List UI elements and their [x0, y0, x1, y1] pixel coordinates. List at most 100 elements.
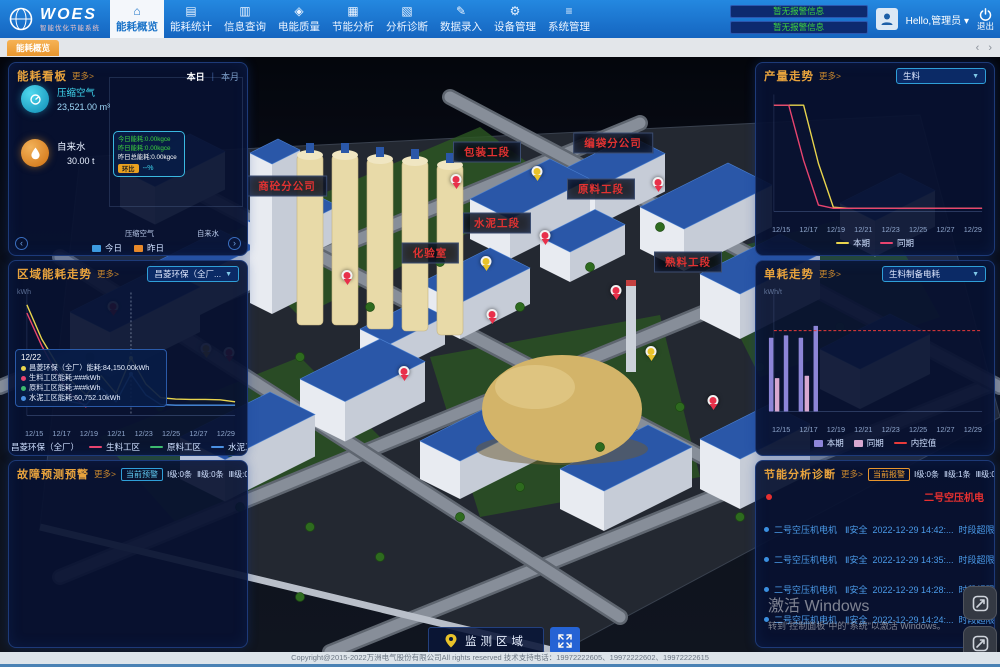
legend-item[interactable]: 今日 [92, 242, 122, 254]
carousel-left-arrow[interactable]: ‹ [15, 237, 28, 250]
legend-label: 本期 [827, 437, 844, 449]
legend-item[interactable]: 昨日 [134, 242, 164, 254]
legend-item[interactable]: 同期 [854, 437, 884, 449]
logout-button[interactable]: 退出 [977, 8, 994, 31]
legend-item[interactable]: 生料工区 [89, 441, 140, 453]
dropdown-value: 生料制备电耗 [889, 268, 940, 280]
snip-icon [972, 635, 989, 652]
axis-tick-label: 压缩空气 [125, 229, 154, 239]
nav-item[interactable]: ▦ 节能分析 [326, 0, 380, 38]
nav-item[interactable]: ✎ 数据录入 [434, 0, 488, 38]
alarm-list-item[interactable]: 二号空压机电机 Ⅱ安全 2022-12-29 14:35:... 时段超限-关.… [756, 553, 994, 566]
logo: WOES 智能优化节能系统 [0, 0, 110, 38]
more-link[interactable]: 更多> [819, 70, 841, 82]
more-link[interactable]: 更多> [841, 468, 863, 480]
map-area-label[interactable]: 编袋分公司 [573, 133, 653, 154]
legend-item[interactable]: 本期 [836, 237, 870, 249]
unit-legend: 本期同期内控值 [756, 437, 994, 449]
dropdown-value: 昌菱环保（全厂... [154, 268, 221, 280]
more-link[interactable]: 更多> [94, 468, 116, 480]
monitor-area-button[interactable]: 监测区域 [428, 627, 544, 654]
alert-banner-2: 暂无报警信息 [730, 21, 868, 34]
tab-scroll-right-icon[interactable]: › [988, 42, 992, 54]
map-pin[interactable] [653, 177, 664, 188]
nav-item[interactable]: ≡ 系统管理 [542, 0, 596, 38]
map-pin[interactable] [451, 174, 462, 185]
nav-item[interactable]: ⚙ 设备管理 [488, 0, 542, 38]
tab-scroll-left-icon[interactable]: ‹ [976, 42, 980, 54]
panel-fault-prediction: 故障预测预警 更多> 当前预警 Ⅰ级:0条Ⅱ级:0条Ⅲ级:0条 [8, 460, 248, 648]
more-link[interactable]: 更多> [72, 70, 94, 82]
region-chart-tooltip: 12/22 昌菱环保（全厂）能耗:84,150.00kWh 生料工区能耗:###… [15, 349, 167, 407]
map-area-label[interactable]: 熟料工段 [654, 252, 722, 273]
legend-item[interactable]: 本期 [814, 437, 844, 449]
snip-tool-button[interactable] [963, 586, 997, 620]
map-area-label[interactable]: 包装工段 [453, 142, 521, 163]
legend-item[interactable]: 水泥工区 [211, 441, 248, 453]
nav-item[interactable]: ⌂ 能耗概览 [110, 0, 164, 38]
tooltip-date: 12/22 [21, 353, 161, 362]
current-warning-badge[interactable]: 当前预警 [121, 468, 163, 481]
axis-tick-label: 12/25 [162, 429, 180, 438]
panel-title: 故障预测预警 [17, 466, 89, 482]
legend-swatch [880, 242, 893, 245]
map-pin[interactable] [399, 366, 410, 377]
consumption-select-dropdown[interactable]: 生料制备电耗 ▼ [882, 266, 986, 282]
legend-swatch [150, 446, 163, 449]
nav-item-icon: ▤ [185, 5, 196, 17]
nav-item[interactable]: ▧ 分析诊断 [380, 0, 434, 38]
axis-tick-label: 12/27 [189, 429, 207, 438]
y-axis-label: kWh [17, 289, 31, 296]
nav-item-label: 系统管理 [548, 19, 590, 34]
legend-item[interactable]: 内控值 [894, 437, 937, 449]
map-pin[interactable] [487, 309, 498, 320]
nav-item[interactable]: ◈ 电能质量 [272, 0, 326, 38]
series-dot [21, 396, 26, 401]
tooltip-row-text: 原料工区能耗:###kWh [29, 383, 101, 393]
map-area-label[interactable]: 化验室 [402, 243, 459, 264]
current-alarm-badge[interactable]: 当前报警 [868, 468, 910, 481]
unit-consumption-chart [756, 284, 994, 425]
kpi-tap-water[interactable]: 自来水 30.00 t [21, 139, 95, 167]
map-pin[interactable] [611, 285, 622, 296]
kanban-tooltip: 今日能耗:0.00kgce昨日能耗:0.00kgce昨日总能耗:0.00kgce… [113, 131, 185, 177]
map-pin[interactable] [342, 270, 353, 281]
user-menu[interactable]: Hello,管理员 ▾ [906, 12, 969, 27]
axis-tick-label: 12/23 [882, 225, 900, 234]
alarm-list-item[interactable]: 二号空压机电机 Ⅱ安全 2022-12-29 14:28:... 时段超限-关.… [756, 583, 994, 596]
map-area-label[interactable]: 商砼分公司 [247, 176, 327, 197]
map-area-label[interactable]: 原料工段 [567, 179, 635, 200]
legend-label: 昨日 [147, 242, 164, 254]
alarm-list-item[interactable]: 二号空压机电机 Ⅱ安全 2022-12-29 14:24:... 时段超限-关.… [756, 613, 994, 626]
legend-swatch [92, 245, 101, 252]
region-select-dropdown[interactable]: 昌菱环保（全厂... ▼ [147, 266, 239, 282]
alarm-level: Ⅱ安全 [845, 613, 867, 626]
chevron-down-icon: ▼ [972, 73, 979, 80]
tab-energy-overview[interactable]: 能耗概览 [7, 40, 59, 56]
snip-icon [972, 595, 989, 612]
production-legend: 本期同期 [756, 237, 994, 249]
carousel-right-arrow[interactable]: › [228, 237, 241, 250]
more-link[interactable]: 更多> [819, 268, 841, 280]
map-pin[interactable] [540, 230, 551, 241]
user-avatar[interactable] [876, 8, 898, 30]
map-pin[interactable] [481, 256, 492, 267]
kpi-compressed-air[interactable]: 压缩空气 23,521.00 m³ [21, 85, 110, 113]
nav-item[interactable]: ▥ 信息查询 [218, 0, 272, 38]
map-area-label[interactable]: 水泥工段 [463, 213, 531, 234]
axis-tick-label: 12/17 [799, 425, 817, 434]
monitor-area-label: 监测区域 [465, 633, 527, 649]
location-pin-icon [445, 634, 457, 648]
map-pin[interactable] [646, 346, 657, 357]
legend-item[interactable]: 原料工区 [150, 441, 201, 453]
legend-item[interactable]: 昌菱环保（全厂） [8, 441, 79, 453]
nav-item[interactable]: ▤ 能耗统计 [164, 0, 218, 38]
alarm-list-item[interactable]: 二号空压机电机 Ⅱ安全 2022-12-29 14:42:... 时段超限-关.… [756, 523, 994, 536]
map-pin[interactable] [708, 395, 719, 406]
map-pin[interactable] [532, 166, 543, 177]
legend-label: 本期 [853, 237, 870, 249]
legend-item[interactable]: 同期 [880, 237, 914, 249]
material-select-dropdown[interactable]: 生料 ▼ [896, 68, 986, 84]
more-link[interactable]: 更多> [97, 268, 119, 280]
fullscreen-button[interactable] [550, 627, 580, 654]
